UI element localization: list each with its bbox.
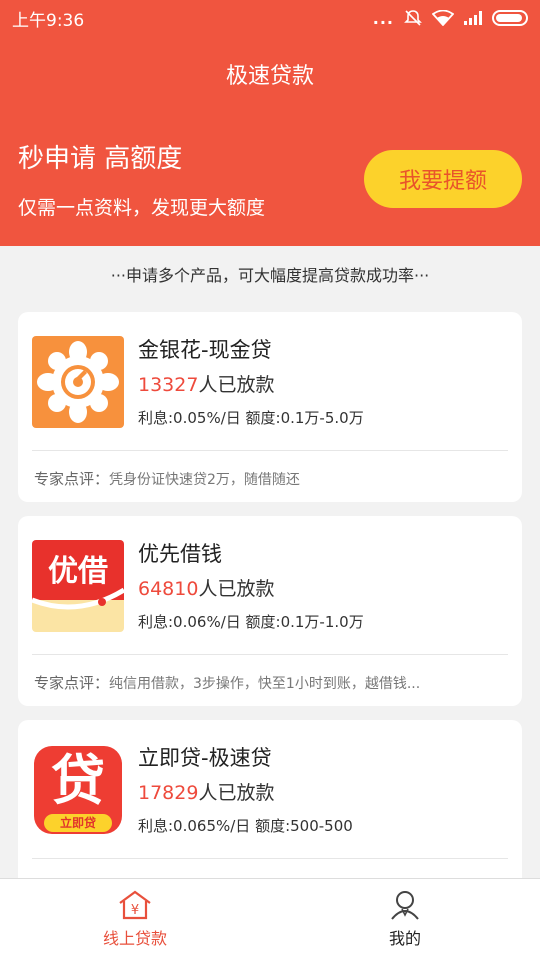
status-icons: ...	[373, 9, 528, 28]
wifi-icon	[432, 10, 454, 26]
divider	[32, 450, 508, 451]
product-name: 优先借钱	[138, 542, 222, 566]
youjie-logo-icon: 优借	[32, 540, 124, 632]
bottom-tab-bar: ¥ 线上贷款 我的	[0, 878, 540, 960]
signal-icon	[464, 11, 482, 25]
logo-text: 贷	[51, 749, 105, 812]
raise-quota-button[interactable]: 我要提额	[364, 150, 522, 208]
daikuan-logo-icon: 贷 立即贷	[32, 744, 124, 836]
loan-count-suffix: 人已放款	[198, 782, 275, 804]
more-dots-icon: ...	[372, 8, 394, 28]
divider	[32, 654, 508, 655]
loan-count-suffix: 人已放款	[198, 578, 275, 600]
product-name: 立即贷-极速贷	[138, 746, 272, 770]
logo-text: 优借	[48, 554, 108, 589]
slogan: 秒申请 高额度	[18, 144, 183, 174]
svg-text:¥: ¥	[131, 903, 139, 918]
product-name: 金银花-现金贷	[138, 338, 272, 362]
product-card[interactable]: 金银花-现金贷 13327人已放款 利息:0.05%/日 额度:0.1万-5.0…	[18, 312, 522, 502]
product-card[interactable]: 优借 优先借钱 64810人已放款 利息:0.06%/日 额度:0.1万-1.0…	[18, 516, 522, 706]
header: 上午9:36 ... 极速贷款 秒申请 高额度 仅需一点资料，发现更大额度 我要…	[0, 0, 540, 246]
page-title: 极速贷款	[225, 64, 314, 89]
tab-label: 线上贷款	[102, 929, 167, 948]
product-terms: 利息:0.06%/日 额度:0.1万-1.0万	[138, 613, 364, 631]
product-terms: 利息:0.05%/日 额度:0.1万-5.0万	[138, 409, 364, 427]
flower-logo-icon	[32, 336, 124, 428]
mute-bell-icon	[404, 10, 422, 26]
loan-count-line: 17829人已放款	[138, 778, 274, 805]
review-label: 专家点评：	[34, 674, 110, 692]
expert-review: 专家点评：凭身份证快速贷2万，随借随还	[34, 468, 514, 489]
tab-label: 我的	[388, 929, 421, 948]
review-text: 纯信用借款，3步操作，快至1小时到账，越借钱...	[109, 676, 421, 692]
tab-mine[interactable]: 我的	[270, 879, 540, 960]
loan-count-suffix: 人已放款	[198, 374, 275, 396]
subslogan: 仅需一点资料，发现更大额度	[18, 197, 266, 219]
loan-count: 13327	[138, 374, 199, 396]
divider	[32, 858, 508, 859]
tab-online-loan[interactable]: ¥ 线上贷款	[0, 879, 270, 960]
review-label: 专家点评：	[34, 470, 110, 488]
loan-count: 64810	[138, 578, 199, 600]
status-bar: 上午9:36 ...	[0, 0, 540, 36]
review-text: 凭身份证快速贷2万，随借随还	[109, 472, 300, 488]
status-time: 上午9:36	[12, 10, 85, 31]
person-icon	[391, 891, 419, 920]
product-terms: 利息:0.065%/日 额度:500-500	[138, 817, 353, 835]
logo-subtext: 立即贷	[44, 814, 112, 832]
loan-count-line: 64810人已放款	[138, 574, 274, 601]
battery-icon	[492, 10, 528, 26]
expert-review: 专家点评：纯信用借款，3步操作，快至1小时到账，越借钱...	[34, 672, 514, 693]
loan-count-line: 13327人已放款	[138, 370, 274, 397]
tip-text: ···申请多个产品，可大幅度提高贷款成功率···	[110, 266, 430, 285]
loan-count: 17829	[138, 782, 199, 804]
home-yuan-icon: ¥	[119, 890, 151, 920]
